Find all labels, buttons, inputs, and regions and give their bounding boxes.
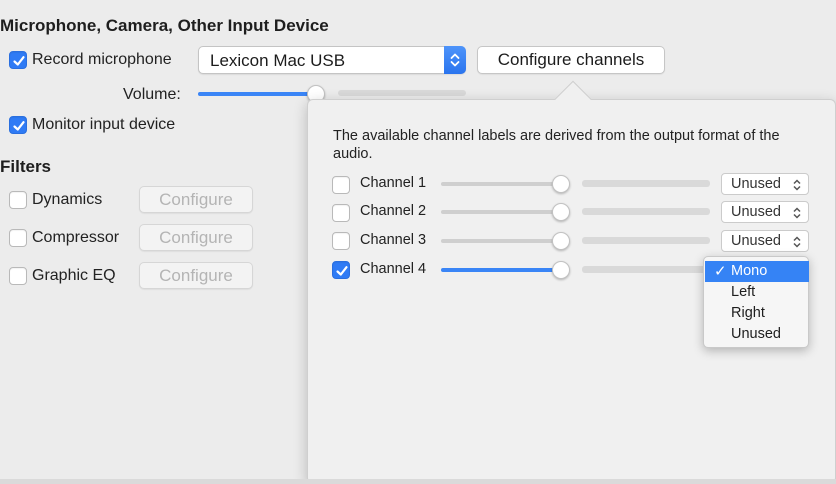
up-down-chevron-icon [793,207,801,219]
input-device-select-value: Lexicon Mac USB [210,51,346,70]
channel-3-assignment-value: Unused [731,233,781,249]
menu-option-label: Left [731,284,756,300]
section-title-input-device: Microphone, Camera, Other Input Device [0,16,329,35]
channel-1-level-meter [582,180,710,187]
channel-3-checkbox[interactable] [332,232,350,250]
configure-channels-button[interactable]: Configure channels [477,46,665,74]
monitor-input-checkbox[interactable] [9,116,27,134]
menu-option-label: Mono [731,263,768,279]
input-device-select[interactable]: Lexicon Mac USB [198,46,466,74]
select-stepper [444,46,466,74]
menu-option-unused[interactable]: Unused [705,324,809,345]
menu-option-label: Unused [731,326,781,342]
channel-3-level-meter [582,237,710,244]
up-down-chevron-icon [793,236,801,248]
monitor-input-label: Monitor input device [32,116,176,133]
channel-1-label: Channel 1 [360,175,427,191]
compressor-label: Compressor [32,229,120,246]
record-microphone-checkbox[interactable] [9,51,27,69]
channel-4-slider-thumb[interactable] [552,261,570,279]
menu-option-right[interactable]: Right [705,303,809,324]
record-microphone-label: Record microphone [32,51,172,68]
channel-2-assignment-select[interactable]: Unused [721,201,809,223]
channel-1-slider-thumb[interactable] [552,175,570,193]
checkmark-icon [13,56,25,66]
checkmark-icon [336,266,348,276]
channel-4-assignment-menu: ✓ Mono Left Right Unused [703,256,809,348]
volume-level-meter [338,90,466,96]
window-bottom-edge [0,479,836,484]
channel-2-slider-thumb[interactable] [552,203,570,221]
channel-1-checkbox[interactable] [332,176,350,194]
dynamics-label: Dynamics [32,191,103,208]
channel-3-assignment-select[interactable]: Unused [721,230,809,252]
channel-2-assignment-value: Unused [731,204,781,220]
channel-4-slider-track [441,268,561,272]
graphic-eq-checkbox[interactable] [9,267,27,285]
channel-1-slider-track [441,182,561,186]
checkmark-icon [13,121,25,131]
menu-option-label: Right [731,305,765,321]
graphic-eq-label: Graphic EQ [32,267,116,284]
channel-3-slider-track [441,239,561,243]
volume-slider-fill [198,92,314,96]
channel-4-level-meter [582,266,710,273]
channel-4-checkbox[interactable] [332,261,350,279]
volume-label: Volume: [123,86,181,103]
channel-2-label: Channel 2 [360,203,427,219]
section-title-filters: Filters [0,157,52,176]
menu-option-mono[interactable]: ✓ Mono [705,261,809,282]
channel-3-slider-thumb[interactable] [552,232,570,250]
channel-2-slider-track [441,210,561,214]
dynamics-configure-button[interactable]: Configure [139,186,253,213]
menu-option-left[interactable]: Left [705,282,809,303]
channel-1-assignment-value: Unused [731,176,781,192]
up-down-chevron-icon [450,53,460,67]
channel-2-level-meter [582,208,710,215]
check-icon: ✓ [714,263,727,280]
channel-4-label: Channel 4 [360,261,427,277]
channel-1-assignment-select[interactable]: Unused [721,173,809,195]
channel-2-checkbox[interactable] [332,204,350,222]
dynamics-checkbox[interactable] [9,191,27,209]
channel-3-label: Channel 3 [360,232,427,248]
up-down-chevron-icon [793,179,801,191]
compressor-configure-button[interactable]: Configure [139,224,253,251]
graphic-eq-configure-button[interactable]: Configure [139,262,253,289]
channels-description: The available channel labels are derived… [333,128,780,162]
compressor-checkbox[interactable] [9,229,27,247]
